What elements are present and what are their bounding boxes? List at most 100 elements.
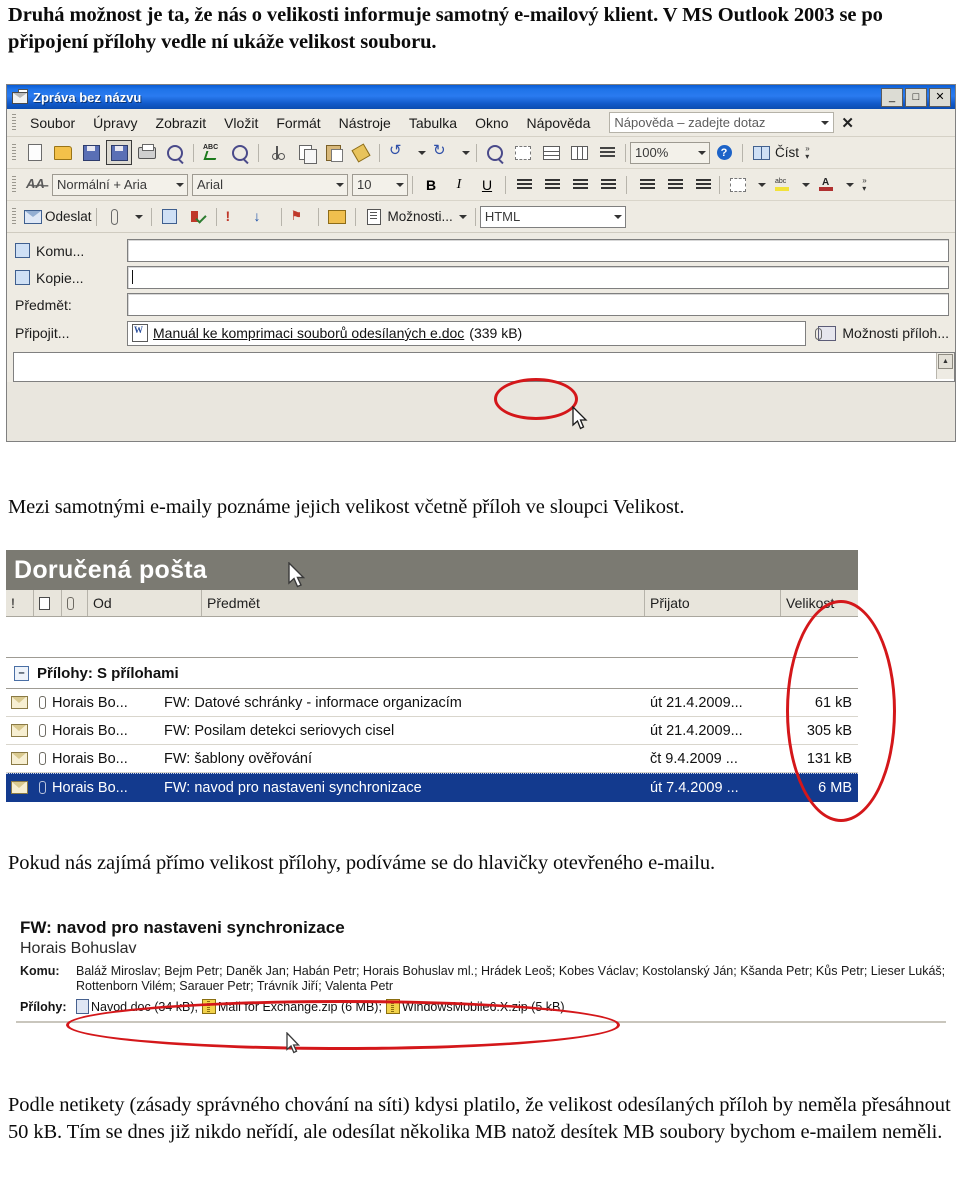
font-size-combo[interactable]: 10 [352, 173, 408, 196]
column-from[interactable]: Od [87, 590, 201, 616]
menu-drag-grip[interactable] [12, 114, 16, 131]
chevron-down-icon[interactable] [332, 177, 345, 193]
mail-toolbar-grip[interactable] [12, 208, 16, 225]
copy-icon[interactable] [292, 140, 318, 165]
column-subject[interactable]: Předmět [201, 590, 644, 616]
italic-button[interactable]: I [446, 172, 472, 197]
table-row[interactable]: Horais Bo... FW: šablony ověřování čt 9.… [6, 745, 858, 773]
options-dropdown-icon[interactable] [454, 204, 470, 229]
to-button[interactable]: Komu... [15, 243, 127, 259]
menu-item-tabulka[interactable]: Tabulka [400, 113, 466, 133]
column-attachment[interactable] [61, 590, 87, 616]
align-left-icon[interactable] [511, 172, 537, 197]
highlight-dropdown-icon[interactable] [797, 172, 811, 197]
table-icon[interactable] [538, 140, 564, 165]
print-icon[interactable] [134, 140, 160, 165]
formatting-toolbar-grip[interactable] [12, 176, 16, 193]
standard-toolbar-grip[interactable] [12, 144, 16, 161]
message-body-area[interactable]: ▲ [13, 352, 955, 382]
cut-icon[interactable] [264, 140, 290, 165]
low-importance-icon[interactable]: ↓ [250, 204, 276, 229]
paste-icon[interactable] [320, 140, 346, 165]
flag-icon[interactable]: ⚑ [287, 204, 313, 229]
menu-item-soubor[interactable]: Soubor [21, 113, 84, 133]
menu-item-vlozit[interactable]: Vložit [215, 113, 267, 133]
styles-icon[interactable]: A̶A̶ [22, 172, 48, 197]
format-painter-icon[interactable] [348, 140, 374, 165]
options-icon[interactable] [361, 204, 387, 229]
check-names-icon[interactable] [185, 204, 211, 229]
menu-item-nastroje[interactable]: Nástroje [330, 113, 400, 133]
chevron-down-icon[interactable] [392, 177, 405, 193]
menu-item-zobrazit[interactable]: Zobrazit [147, 113, 216, 133]
maximize-button[interactable]: □ [905, 87, 927, 107]
open-folder-icon[interactable] [50, 140, 76, 165]
table-row[interactable]: Horais Bo... FW: Posilam detekci seriovy… [6, 717, 858, 745]
attachment-options-button[interactable]: Možnosti příloh... [815, 325, 949, 341]
scroll-up-icon[interactable]: ▲ [938, 354, 953, 369]
attach-file-icon[interactable] [102, 204, 128, 229]
font-color-dropdown-icon[interactable] [841, 172, 855, 197]
borders-icon[interactable] [725, 172, 751, 197]
menu-item-napoveda[interactable]: Nápověda [518, 113, 600, 133]
reading-pane-icon[interactable] [748, 140, 774, 165]
column-size[interactable]: Velikost [780, 590, 858, 616]
close-button[interactable]: ✕ [929, 87, 951, 107]
attach-dropdown-icon[interactable] [130, 204, 146, 229]
attachment-item[interactable]: WindowsMobile6.X.zip (5 kB) [385, 999, 565, 1014]
ask-a-question-box[interactable]: Nápověda – zadejte dotaz [609, 112, 835, 133]
numbered-list-icon[interactable] [632, 172, 658, 197]
send-button[interactable]: Odeslat [45, 209, 92, 224]
cc-button[interactable]: Kopie... [15, 270, 127, 286]
bulleted-list-icon[interactable] [660, 172, 686, 197]
cc-input[interactable] [127, 266, 949, 289]
paragraph-marks-icon[interactable] [594, 140, 620, 165]
increase-indent-icon[interactable] [688, 172, 714, 197]
inbox-group-header[interactable]: – Přílohy: S přílohami [6, 657, 858, 689]
font-color-icon[interactable] [813, 172, 839, 197]
preview-icon[interactable] [162, 140, 188, 165]
menu-close-icon[interactable]: ✕ [841, 114, 854, 132]
high-importance-icon[interactable]: ! [222, 204, 248, 229]
toolbar-overflow-button[interactable]: » ▾ [801, 140, 814, 165]
message-format-combo[interactable]: HTML [479, 205, 626, 228]
column-received[interactable]: Přijato [644, 590, 780, 616]
attachment-name[interactable]: Manuál ke komprimaci souborů odesílaných… [153, 325, 464, 341]
chevron-down-icon[interactable] [172, 177, 185, 193]
subject-input[interactable] [127, 293, 949, 316]
attachment-field[interactable]: Manuál ke komprimaci souborů odesílaných… [127, 320, 807, 346]
attach-button[interactable]: Připojit... [15, 325, 127, 341]
align-justify-icon[interactable] [595, 172, 621, 197]
redo-icon[interactable]: ↻ [429, 140, 455, 165]
attachment-item[interactable]: Navod.doc (34 kB); [76, 999, 198, 1014]
align-center-icon[interactable] [539, 172, 565, 197]
research-icon[interactable] [227, 140, 253, 165]
formatting-overflow-button[interactable]: » ▾ [858, 172, 871, 197]
print-preview-icon[interactable] [106, 140, 132, 165]
column-importance[interactable]: ! [6, 590, 33, 616]
menu-item-format[interactable]: Formát [267, 113, 329, 133]
borders-dropdown-icon[interactable] [753, 172, 767, 197]
redo-dropdown-icon[interactable] [457, 140, 471, 165]
column-icon[interactable] [33, 590, 61, 616]
font-combo[interactable]: Arial [192, 173, 348, 196]
send-icon[interactable] [22, 204, 44, 229]
chevron-down-icon[interactable] [694, 145, 707, 161]
zoom-combo[interactable]: 100% [630, 141, 710, 164]
to-input[interactable] [127, 239, 949, 262]
underline-button[interactable]: U [474, 172, 500, 197]
hyperlink-icon[interactable] [482, 140, 508, 165]
highlight-icon[interactable] [769, 172, 795, 197]
body-vertical-scrollbar[interactable]: ▲ [936, 353, 954, 379]
chevron-down-icon[interactable] [821, 120, 830, 125]
options-button[interactable]: Možnosti... [388, 209, 453, 224]
read-label[interactable]: Číst [775, 145, 799, 160]
table-row[interactable]: Horais Bo... FW: Datové schránky - infor… [6, 689, 858, 717]
chevron-down-icon[interactable] [610, 209, 623, 225]
minimize-button[interactable]: _ [881, 87, 903, 107]
signature-icon[interactable] [510, 140, 536, 165]
bold-button[interactable]: B [418, 172, 444, 197]
menu-item-okno[interactable]: Okno [466, 113, 517, 133]
align-right-icon[interactable] [567, 172, 593, 197]
undo-dropdown-icon[interactable] [413, 140, 427, 165]
